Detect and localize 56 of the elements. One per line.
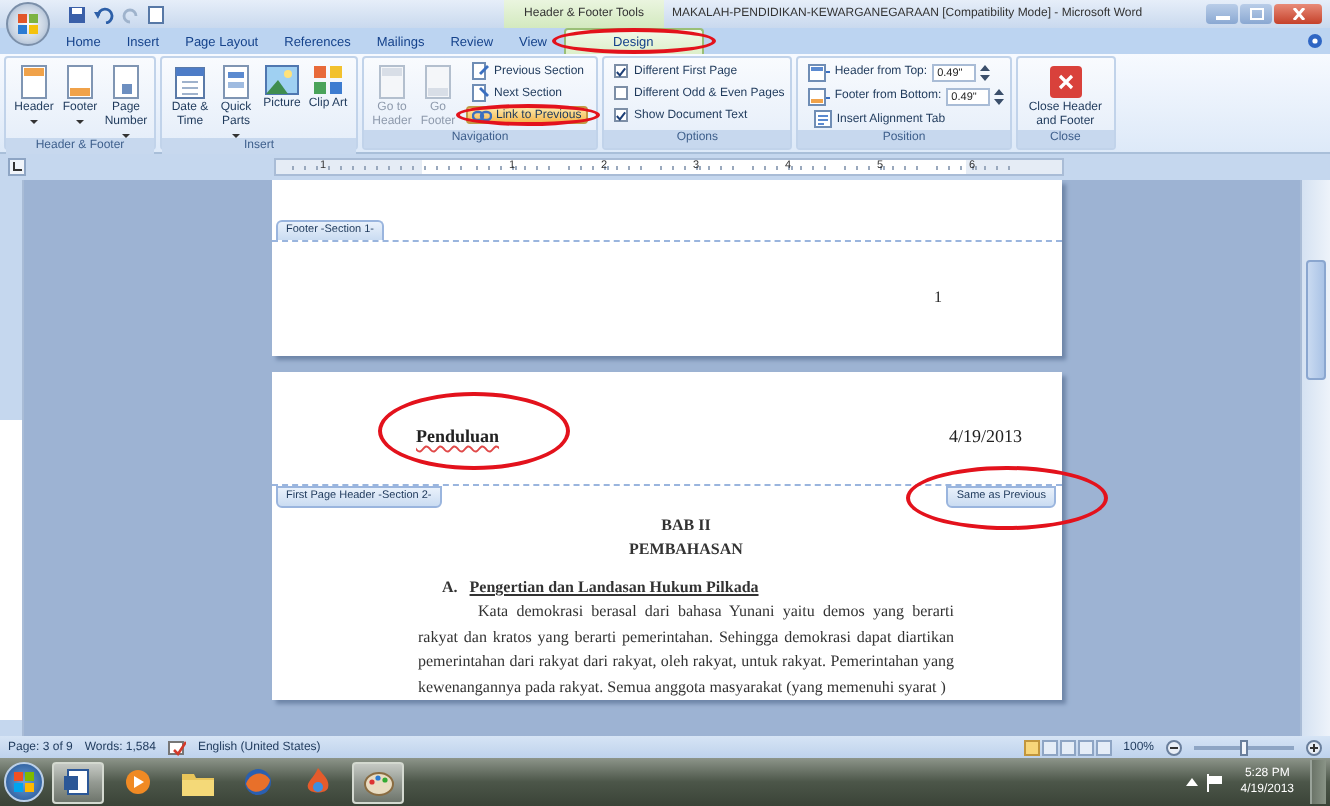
office-logo-icon [18,14,38,34]
page-icon [378,64,406,100]
chapter-title: PEMBAHASAN [627,538,745,562]
chapter-title: BAB II [659,514,713,538]
zoom-out-icon[interactable] [1166,739,1182,755]
windows-logo-icon [14,772,34,792]
body-paragraph: Kata demokrasi berasal dari bahasa Yunani yaitu demos yang berarti rakyat dan kratos yang berarti pemerintahan. Sehingga demokrasi dapat diartikan pemerintahan dari rakyat dari rakyat, oleh rakyat, untuk rakyat. Pemerintahan yang kewenangannya pada rakyat. Semua anggota masyarakat (yang memenuhi syarat ) [418,600,954,700]
start-button[interactable] [4,762,44,802]
close-icon [1047,64,1084,100]
taskbar-button[interactable] [52,761,104,803]
alignment-tab-icon [814,110,833,128]
tab-stop-icon [12,162,22,172]
save-icon[interactable] [68,5,86,23]
list-number: A. [442,576,458,600]
folder-icon [182,769,214,795]
close-icon [1291,8,1305,20]
vertical-scrollbar[interactable] [1300,180,1330,736]
slider-thumb[interactable] [1240,739,1248,755]
play-icon [124,768,152,796]
page-margin-icon [808,63,831,81]
globe-icon [244,768,272,796]
page-margin-icon [808,87,831,105]
header-date: 4/19/2013 [948,426,1022,446]
document-icon[interactable] [148,5,164,23]
checkbox[interactable] [614,108,629,122]
maximize-button[interactable] [1240,4,1272,24]
checkbox[interactable] [614,64,629,78]
calendar-icon [174,64,206,100]
tab-selector-button[interactable] [8,158,26,176]
spinner-arrows-icon[interactable] [993,87,1004,105]
help-icon[interactable] [1308,34,1322,48]
document-icon [64,768,92,796]
chain-link-icon [472,107,492,123]
page-icon [66,64,94,100]
proofing-icon[interactable] [167,739,186,755]
checkbox[interactable] [614,86,629,100]
page-number: 1 [934,288,942,306]
palette-icon [363,769,393,795]
zoom-in-icon[interactable] [1306,739,1322,755]
section-heading: Pengertian dan Landasan Hukum Pilkada [469,576,759,600]
minimize-button[interactable] [1206,4,1238,24]
page-icon [424,64,452,100]
tray-arrow-icon[interactable] [1186,776,1199,788]
document-blocks-icon [222,64,250,100]
flame-icon [306,768,330,796]
undo-icon[interactable] [94,5,114,23]
flag-icon[interactable] [1206,773,1225,791]
page-icon [112,64,140,100]
spinner-arrows-icon[interactable] [979,63,990,81]
picture-icon [264,64,300,96]
close-button[interactable] [1274,4,1322,24]
scroll-thumb[interactable] [1306,260,1326,380]
restore-icon [1249,8,1263,20]
header-text: Penduluan [416,426,500,446]
page-icon [20,64,48,100]
clip-art-icon [312,64,344,96]
